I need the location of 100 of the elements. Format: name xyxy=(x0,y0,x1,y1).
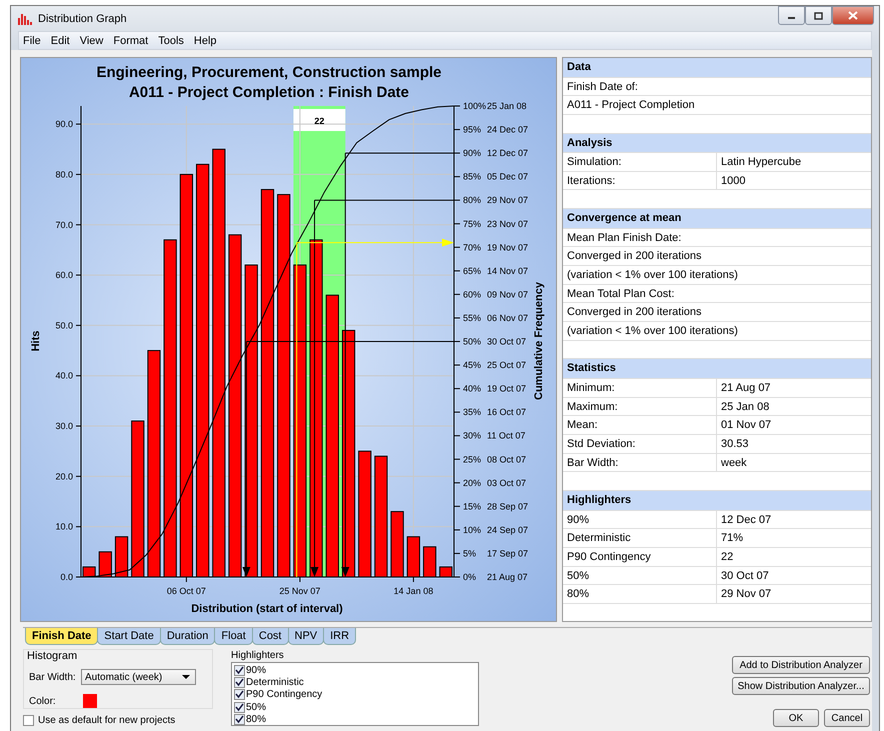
checkbox-label: P90 Contingency xyxy=(246,689,322,700)
axis-tick-label: 80.0 xyxy=(55,169,73,180)
menu-item[interactable]: Format xyxy=(113,34,148,46)
checkbox-label: 80% xyxy=(246,714,266,726)
tab[interactable]: NPV xyxy=(288,628,324,645)
menu-item[interactable]: Help xyxy=(194,34,217,46)
tab[interactable]: Start Date xyxy=(97,628,161,645)
date-label: 14 Nov 07 xyxy=(487,266,528,276)
table-cell-text: 30 Oct 07 xyxy=(720,568,770,584)
checkbox-label: 90% xyxy=(246,664,266,676)
table-cell: Std Deviation: xyxy=(563,435,717,453)
table-cell: Iterations: xyxy=(563,172,717,190)
show-analyzer-button[interactable]: Show Distribution Analyzer... xyxy=(732,677,870,695)
minimize-button[interactable] xyxy=(778,6,805,25)
date-label: 12 Dec 07 xyxy=(487,148,528,158)
section-header: Analysis xyxy=(563,134,871,154)
axis-tick-label: 10.0 xyxy=(55,522,73,532)
checkbox[interactable] xyxy=(234,664,245,676)
percent-label: 10% xyxy=(463,524,482,535)
maximize-icon xyxy=(814,12,823,20)
add-to-analyzer-button[interactable]: Add to Distribution Analyzer xyxy=(732,656,870,674)
histogram-bar xyxy=(114,536,128,578)
y2-axis-title: Cumulative Frequency xyxy=(533,282,545,400)
table-cell: Mean: xyxy=(563,416,717,434)
tab[interactable]: Cost xyxy=(252,628,288,645)
section-header: Convergence at mean xyxy=(563,209,871,229)
date-label: 28 Sep 07 xyxy=(487,501,528,512)
table-cell: 90% xyxy=(563,510,717,528)
table-cell-text: Finish Date of: xyxy=(566,80,638,94)
table-cell-text: (variation < 1% over 100 iterations) xyxy=(566,324,738,340)
ok-button[interactable]: OK xyxy=(773,709,819,727)
histogram-bar xyxy=(390,511,404,578)
date-label: 30 Oct 07 xyxy=(487,336,526,346)
date-label: 08 Oct 07 xyxy=(487,454,526,464)
table-cell-text: 1000 xyxy=(720,174,746,189)
percent-label: 80% xyxy=(463,195,482,206)
percent-label: 70% xyxy=(463,242,482,252)
checkbox[interactable] xyxy=(234,677,245,688)
histogram-bar xyxy=(423,546,436,578)
menu-item[interactable]: Edit xyxy=(50,34,70,46)
close-button[interactable] xyxy=(832,6,874,25)
table-cell-text: 29 Nov 07 xyxy=(720,587,772,602)
table-cell-text: 25 Jan 08 xyxy=(720,400,770,415)
date-label: 25 Oct 07 xyxy=(487,360,526,370)
table-cell-text: 21 Aug 07 xyxy=(720,380,772,396)
date-label: 09 Nov 07 xyxy=(487,289,528,300)
axis-tick-label: 60.0 xyxy=(55,270,73,280)
axis-tick-label: 14 Jan 08 xyxy=(394,586,434,596)
cancel-button[interactable]: Cancel xyxy=(824,709,870,727)
percent-label: 20% xyxy=(463,478,482,488)
color-swatch[interactable] xyxy=(83,694,97,708)
axis-tick-label: 06 Oct 07 xyxy=(166,586,206,596)
date-label: 29 Nov 07 xyxy=(487,195,528,206)
percent-label: 60% xyxy=(463,289,482,300)
table-cell-text: 30.53 xyxy=(720,437,750,452)
tab[interactable]: Duration xyxy=(160,628,216,645)
chart-subtitle: A011 - Project Completion : Finish Date xyxy=(128,84,410,101)
tab[interactable]: Float xyxy=(214,628,253,645)
checkbox[interactable] xyxy=(23,715,34,726)
menu-item[interactable]: File xyxy=(23,34,41,46)
table-cell: P90 Contingency xyxy=(563,548,717,566)
date-label: 19 Oct 07 xyxy=(487,384,526,394)
x-axis-title: Distribution (start of interval) xyxy=(191,603,343,615)
axis-tick-label: 0.0 xyxy=(60,572,73,582)
percent-label: 100% xyxy=(463,101,486,111)
section-header: Statistics xyxy=(563,359,871,379)
caret-icon xyxy=(182,674,190,680)
window-title: Distribution Graph xyxy=(38,12,127,24)
checkbox[interactable] xyxy=(234,714,245,726)
axis-tick-label: 20.0 xyxy=(55,471,73,482)
histogram-bar xyxy=(439,566,452,578)
date-label: 24 Dec 07 xyxy=(487,124,528,135)
bar-width-dropdown[interactable]: Automatic (week) xyxy=(81,669,196,685)
list-title: Highlighters xyxy=(231,650,284,661)
date-label: 21 Aug 07 xyxy=(487,572,528,582)
percent-label: 35% xyxy=(463,407,482,418)
table-cell-text: week xyxy=(720,456,748,471)
date-label: 17 Sep 07 xyxy=(487,548,528,558)
tab[interactable]: IRR xyxy=(323,628,356,645)
table-cell-text: A011 - Project Completion xyxy=(566,98,695,114)
date-label: 06 Nov 07 xyxy=(487,312,528,323)
tab[interactable]: Finish Date xyxy=(25,628,98,645)
maximize-button[interactable] xyxy=(805,6,832,25)
menu-item[interactable]: Tools xyxy=(158,34,184,46)
percent-label: 90% xyxy=(463,148,482,158)
checkbox[interactable] xyxy=(234,689,245,700)
menu-item[interactable]: View xyxy=(80,34,104,46)
date-label: 11 Oct 07 xyxy=(487,430,526,441)
close-icon xyxy=(848,11,858,20)
checkbox[interactable] xyxy=(234,702,245,713)
percent-label: 25% xyxy=(463,454,482,464)
date-label: 23 Nov 07 xyxy=(487,218,528,229)
table-cell-text: Latin Hypercube xyxy=(720,155,802,170)
percent-label: 45% xyxy=(463,360,482,370)
field-label: Bar Width: xyxy=(29,672,77,682)
percent-label: 75% xyxy=(463,218,482,229)
percent-label: 50% xyxy=(463,336,482,346)
percent-label: 15% xyxy=(463,501,482,512)
percent-label: 55% xyxy=(463,312,482,323)
checkbox-label: 50% xyxy=(246,702,266,713)
